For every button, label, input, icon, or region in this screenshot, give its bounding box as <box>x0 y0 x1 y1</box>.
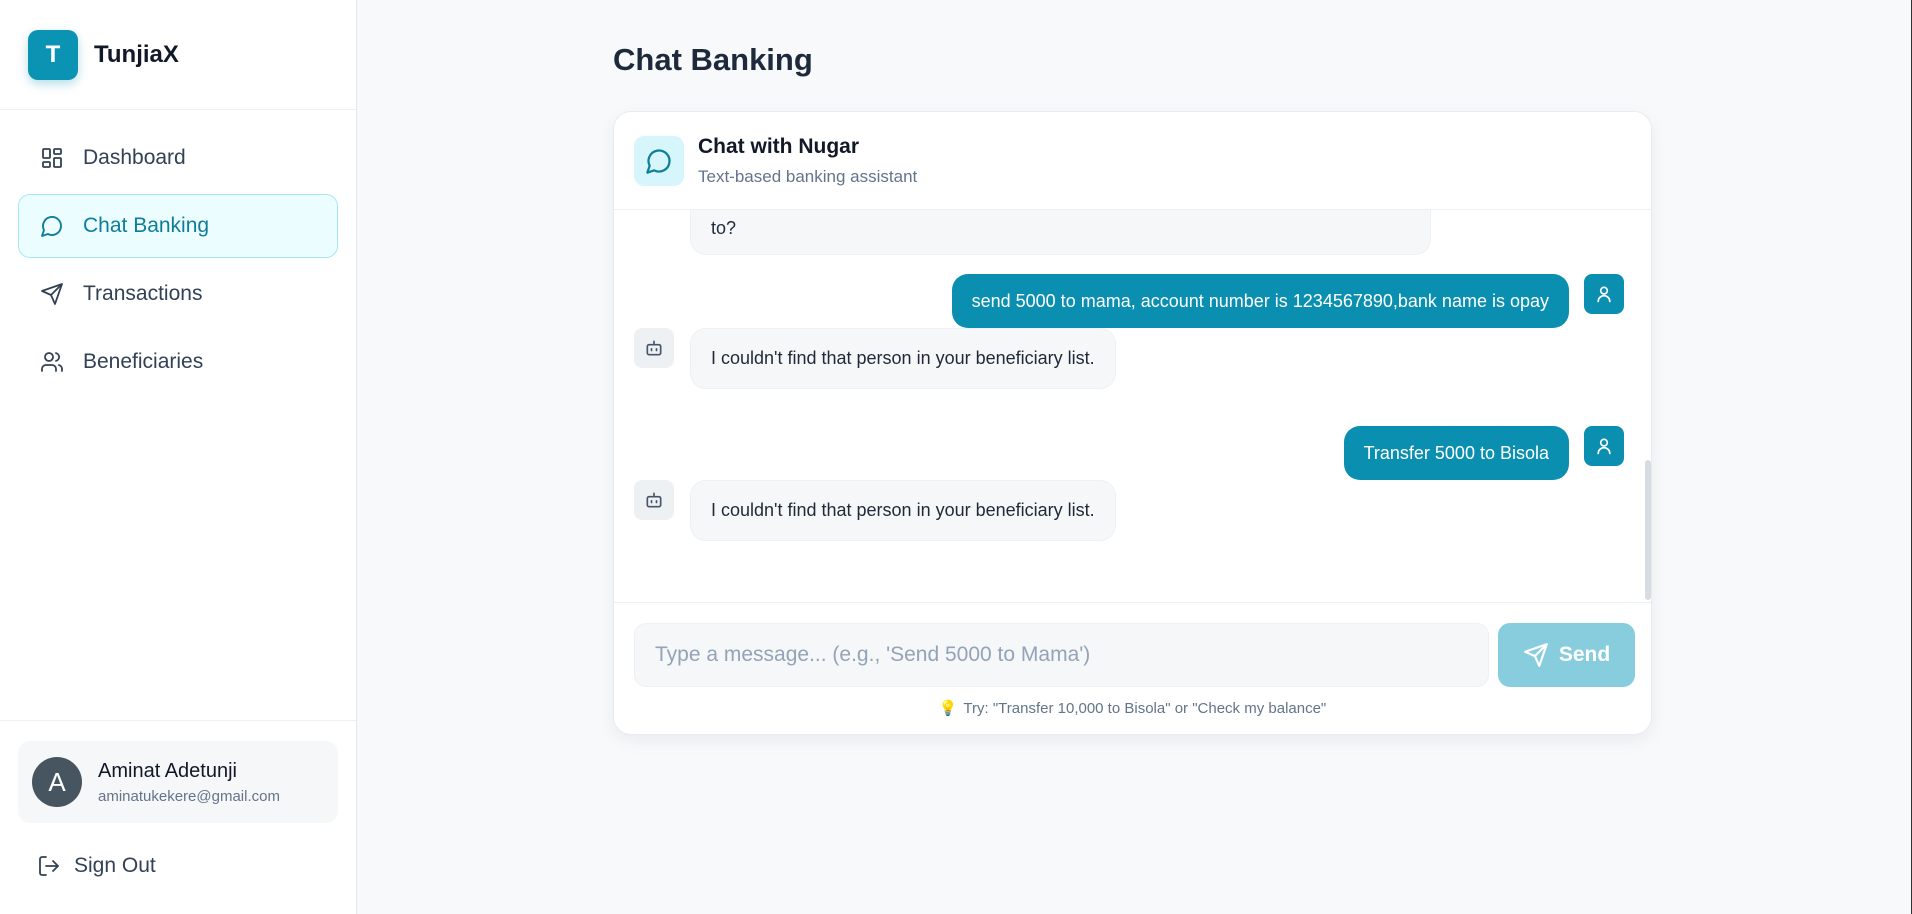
chat-icon <box>634 135 684 186</box>
sidebar-item-beneficiaries[interactable]: Beneficiaries <box>18 330 338 394</box>
send-icon <box>1523 643 1548 667</box>
message-input[interactable] <box>634 623 1489 687</box>
sidebar-item-transactions[interactable]: Transactions <box>18 262 338 326</box>
send-icon <box>39 281 65 307</box>
user-message-text: send 5000 to mama, account number is 123… <box>971 291 1549 311</box>
send-button-label: Send <box>1558 643 1611 666</box>
chat-header-text: Chat with Nugar Text-based banking assis… <box>698 135 917 187</box>
users-icon <box>39 349 65 375</box>
dashboard-icon <box>39 145 65 171</box>
bot-message: I couldn't find that person in your bene… <box>690 328 1116 389</box>
logout-icon <box>36 853 62 879</box>
sign-out-button[interactable]: Sign Out <box>18 841 338 891</box>
user-message: send 5000 to mama, account number is 123… <box>951 274 1569 328</box>
chat-title: Chat with Nugar <box>698 134 859 158</box>
user-email: aminatukekere@gmail.com <box>98 787 280 805</box>
user-name: Aminat Adetunji <box>98 759 237 782</box>
hint-label: Try: "Transfer 10,000 to Bisola" or "Che… <box>963 700 1327 717</box>
message-composer: Send 💡 Try: "Transfer 10,000 to Bisola" o… <box>614 602 1651 734</box>
sign-out-label: Sign Out <box>74 854 156 877</box>
bot-message: to? <box>690 210 1431 255</box>
user-message-text: Transfer 5000 to Bisola <box>1363 443 1549 463</box>
user-avatar-icon <box>1584 274 1624 314</box>
bot-message-text: to? <box>711 218 737 238</box>
chat-icon <box>39 213 65 239</box>
chat-scrollbar[interactable] <box>1645 460 1651 600</box>
sidebar-nav: Dashboard Chat Banking Transactions Bene… <box>0 110 356 414</box>
user-message: Transfer 5000 to Bisola <box>1343 426 1569 480</box>
user-card[interactable]: A Aminat Adetunji aminatukekere@gmail.co… <box>18 741 338 823</box>
sidebar-item-label: Beneficiaries <box>83 350 204 373</box>
chat-header: Chat with Nugar Text-based banking assis… <box>614 112 1651 210</box>
bot-icon <box>634 480 674 520</box>
sidebar-item-label: Chat Banking <box>83 214 210 237</box>
sidebar-item-dashboard[interactable]: Dashboard <box>18 126 338 190</box>
bot-icon <box>634 328 674 368</box>
sidebar-item-label: Dashboard <box>83 146 186 169</box>
chat-panel: Chat with Nugar Text-based banking assis… <box>613 111 1652 735</box>
user-info: Aminat Adetunji aminatukekere@gmail.com <box>98 760 280 805</box>
bot-message-text: I couldn't find that person in your bene… <box>711 500 1095 520</box>
bot-message-text: I couldn't find that person in your bene… <box>711 348 1095 368</box>
sidebar-item-label: Transactions <box>83 282 203 305</box>
bot-message: I couldn't find that person in your bene… <box>690 480 1116 541</box>
message-list[interactable]: to? send 5000 to mama, account number is… <box>614 210 1651 602</box>
user-avatar-icon <box>1584 426 1624 466</box>
send-button[interactable]: Send <box>1498 623 1635 687</box>
brand: T TunjiaX <box>0 0 356 110</box>
lightbulb-icon: 💡 <box>938 700 958 717</box>
chat-subtitle: Text-based banking assistant <box>698 166 918 186</box>
sidebar: T TunjiaX Dashboard Chat Banking Transac… <box>0 0 357 914</box>
brand-name: TunjiaX <box>94 40 179 68</box>
hint-text: 💡 Try: "Transfer 10,000 to Bisola" or "Ch… <box>614 699 1651 717</box>
brand-logo[interactable]: T <box>28 29 78 80</box>
sidebar-item-chat-banking[interactable]: Chat Banking <box>18 194 338 258</box>
avatar: A <box>32 757 82 807</box>
sidebar-footer: A Aminat Adetunji aminatukekere@gmail.co… <box>0 720 356 914</box>
page-title: Chat Banking <box>613 42 813 77</box>
